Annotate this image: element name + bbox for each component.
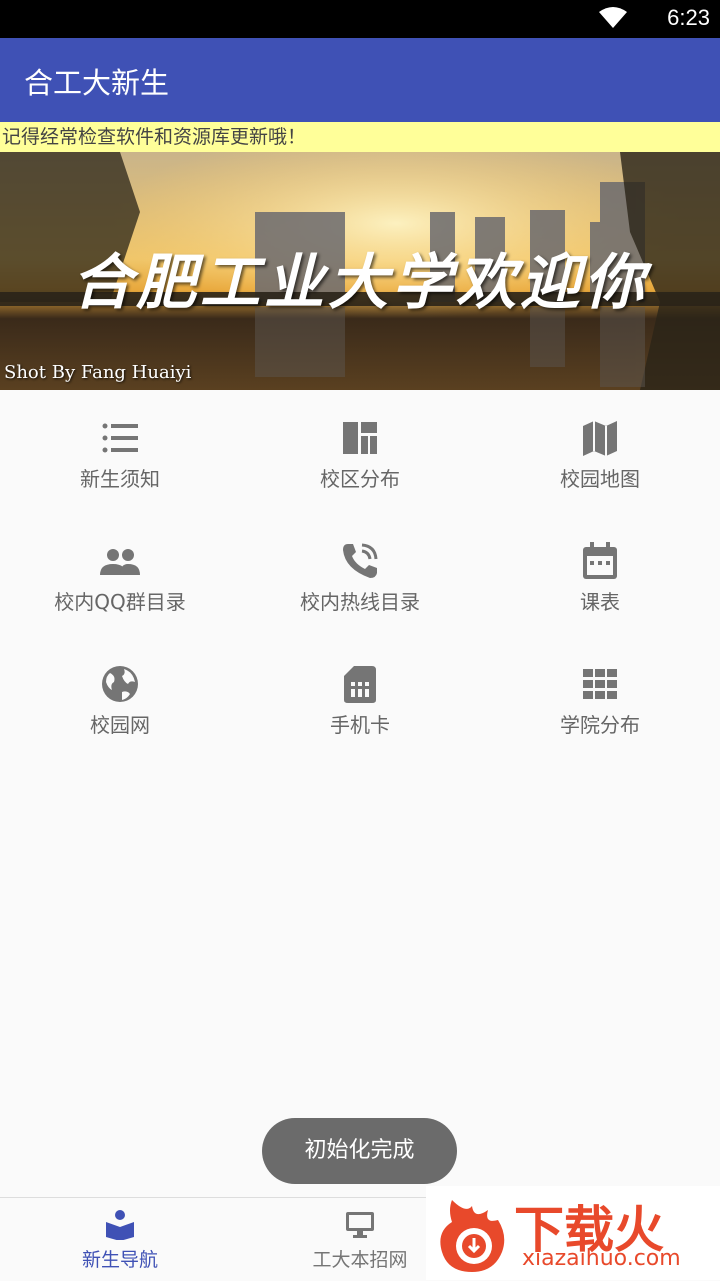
menu-item-newcomer-guide[interactable]: 新生须知 bbox=[0, 400, 240, 510]
menu-item-timetable[interactable]: 课表 bbox=[480, 523, 720, 633]
wifi-icon bbox=[599, 7, 627, 28]
menu-label: 校园地图 bbox=[560, 467, 640, 491]
flame-logo-icon bbox=[440, 1200, 505, 1272]
status-bar: 6:23 bbox=[0, 0, 720, 38]
menu-label: 学院分布 bbox=[560, 713, 640, 737]
menu-item-campus-map[interactable]: 校园地图 bbox=[480, 400, 720, 510]
tab-freshman-navigation[interactable]: 新生导航 bbox=[0, 1198, 240, 1281]
menu-label: 校园网 bbox=[90, 713, 150, 737]
campus-banner: 合肥工业大学欢迎你 Shot By Fang Huaiyi bbox=[0, 152, 720, 390]
book-reader-icon bbox=[106, 1210, 134, 1240]
desktop-icon bbox=[346, 1212, 374, 1238]
map-icon bbox=[583, 421, 617, 456]
menu-label: 校内热线目录 bbox=[300, 590, 420, 614]
people-icon bbox=[100, 549, 140, 575]
menu-label: 课表 bbox=[580, 590, 620, 614]
calendar-icon bbox=[583, 542, 617, 579]
menu-item-campus-distribution[interactable]: 校区分布 bbox=[240, 400, 480, 510]
menu-item-sim-card[interactable]: 手机卡 bbox=[240, 646, 480, 756]
grid-icon bbox=[583, 669, 617, 699]
update-notice: 记得经常检查软件和资源库更新哦！ bbox=[0, 122, 720, 152]
list-icon bbox=[102, 423, 138, 453]
menu-item-qq-groups[interactable]: 校内QQ群目录 bbox=[0, 523, 240, 633]
menu-item-hotlines[interactable]: 校内热线目录 bbox=[240, 523, 480, 633]
watermark-url: xiazaihuo.com bbox=[522, 1246, 681, 1271]
globe-icon bbox=[102, 666, 138, 702]
dashboard-icon bbox=[343, 422, 377, 454]
app-title: 合工大新生 bbox=[24, 66, 170, 100]
status-time: 6:23 bbox=[667, 5, 710, 30]
app-bar: 合工大新生 bbox=[0, 38, 720, 122]
photo-credit: Shot By Fang Huaiyi bbox=[4, 362, 192, 383]
menu-label: 新生须知 bbox=[80, 467, 160, 491]
banner-headline: 合肥工业大学欢迎你 bbox=[72, 248, 648, 318]
menu-label: 校内QQ群目录 bbox=[54, 590, 186, 614]
sim-card-icon bbox=[344, 666, 376, 703]
menu-label: 校区分布 bbox=[320, 467, 400, 491]
menu-label: 手机卡 bbox=[330, 713, 390, 737]
toast-message: 初始化完成 bbox=[262, 1118, 457, 1184]
menu-item-colleges[interactable]: 学院分布 bbox=[480, 646, 720, 756]
menu-item-campus-network[interactable]: 校园网 bbox=[0, 646, 240, 756]
tab-label: 新生导航 bbox=[81, 1249, 158, 1271]
watermark: 下载火 xiazaihuo.com bbox=[426, 1186, 720, 1280]
phone-ringing-icon bbox=[343, 543, 378, 578]
